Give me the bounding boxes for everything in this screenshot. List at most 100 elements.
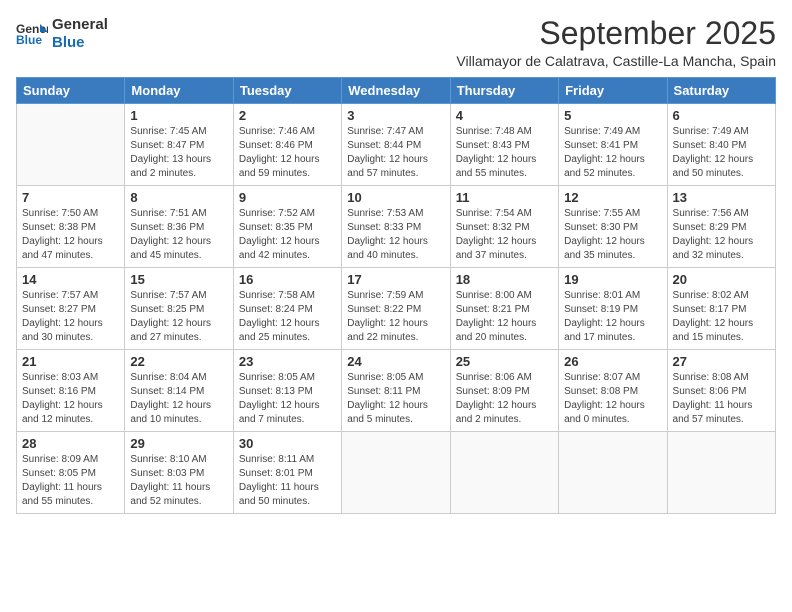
calendar-cell: 3 Sunrise: 7:47 AM Sunset: 8:44 PM Daylig…	[342, 104, 450, 186]
day-info: Sunrise: 8:11 AM Sunset: 8:01 PM Dayligh…	[239, 453, 336, 509]
day-info: Sunrise: 8:10 AM Sunset: 8:03 PM Dayligh…	[130, 453, 227, 509]
day-number: 21	[22, 354, 119, 369]
calendar-cell: 5Sunrise: 7:49 AM Sunset: 8:41 PM Daylig…	[559, 104, 667, 186]
calendar-cell: 17Sunrise: 7:59 AM Sunset: 8:22 PM Dayli…	[342, 268, 450, 350]
day-info: Sunrise: 7:45 AM Sunset: 8:47 PM Dayligh…	[130, 125, 227, 181]
day-info: Sunrise: 8:06 AM Sunset: 8:09 PM Dayligh…	[456, 371, 553, 427]
calendar-table: SundayMondayTuesdayWednesdayThursdayFrid…	[16, 77, 776, 514]
day-number: 5	[564, 108, 661, 123]
day-info: Sunrise: 7:52 AM Sunset: 8:35 PM Dayligh…	[239, 207, 336, 263]
day-number: 26	[564, 354, 661, 369]
weekday-header-sunday: Sunday	[17, 78, 125, 104]
calendar-cell	[342, 432, 450, 514]
calendar-cell: 9 Sunrise: 7:52 AM Sunset: 8:35 PM Daylig…	[233, 186, 341, 268]
day-info: Sunrise: 8:02 AM Sunset: 8:17 PM Dayligh…	[673, 289, 770, 345]
day-info: Sunrise: 7:58 AM Sunset: 8:24 PM Dayligh…	[239, 289, 336, 345]
title-block: September 2025 Villamayor de Calatrava, …	[456, 16, 776, 69]
day-info: Sunrise: 8:04 AM Sunset: 8:14 PM Dayligh…	[130, 371, 227, 427]
day-number: 17	[347, 272, 444, 287]
calendar-week-row: 28Sunrise: 8:09 AM Sunset: 8:05 PM Dayli…	[17, 432, 776, 514]
day-number: 16	[239, 272, 336, 287]
weekday-header-thursday: Thursday	[450, 78, 558, 104]
month-title: September 2025	[456, 16, 776, 51]
logo-line1: General	[52, 16, 108, 34]
day-info: Sunrise: 7:57 AM Sunset: 8:27 PM Dayligh…	[22, 289, 119, 345]
day-number: 6	[673, 108, 770, 123]
calendar-cell	[17, 104, 125, 186]
day-info: Sunrise: 7:56 AM Sunset: 8:29 PM Dayligh…	[673, 207, 770, 263]
calendar-cell: 26 Sunrise: 8:07 AM Sunset: 8:08 PM Dayli…	[559, 350, 667, 432]
page-header: General Blue General Blue September 2025…	[16, 16, 776, 69]
weekday-header-wednesday: Wednesday	[342, 78, 450, 104]
calendar-cell: 7 Sunrise: 7:50 AM Sunset: 8:38 PM Daylig…	[17, 186, 125, 268]
calendar-cell: 2Sunrise: 7:46 AM Sunset: 8:46 PM Daylig…	[233, 104, 341, 186]
svg-text:Blue: Blue	[16, 33, 42, 47]
calendar-cell: 21 Sunrise: 8:03 AM Sunset: 8:16 PM Dayli…	[17, 350, 125, 432]
weekday-header-saturday: Saturday	[667, 78, 775, 104]
day-info: Sunrise: 7:49 AM Sunset: 8:40 PM Dayligh…	[673, 125, 770, 181]
day-number: 19	[564, 272, 661, 287]
day-info: Sunrise: 8:00 AM Sunset: 8:21 PM Dayligh…	[456, 289, 553, 345]
day-number: 11	[456, 190, 553, 205]
day-number: 4	[456, 108, 553, 123]
logo-icon: General Blue	[16, 20, 48, 48]
calendar-cell: 27 Sunrise: 8:08 AM Sunset: 8:06 PM Dayli…	[667, 350, 775, 432]
calendar-cell	[559, 432, 667, 514]
location-subtitle: Villamayor de Calatrava, Castille-La Man…	[456, 53, 776, 69]
logo: General Blue General Blue	[16, 16, 108, 52]
weekday-header-tuesday: Tuesday	[233, 78, 341, 104]
day-number: 12	[564, 190, 661, 205]
calendar-cell: 11 Sunrise: 7:54 AM Sunset: 8:32 PM Dayli…	[450, 186, 558, 268]
day-number: 13	[673, 190, 770, 205]
calendar-cell: 29 Sunrise: 8:10 AM Sunset: 8:03 PM Dayli…	[125, 432, 233, 514]
day-number: 20	[673, 272, 770, 287]
day-info: Sunrise: 7:51 AM Sunset: 8:36 PM Dayligh…	[130, 207, 227, 263]
day-number: 29	[130, 436, 227, 451]
day-number: 7	[22, 190, 119, 205]
day-info: Sunrise: 7:57 AM Sunset: 8:25 PM Dayligh…	[130, 289, 227, 345]
day-number: 30	[239, 436, 336, 451]
logo-line2: Blue	[52, 34, 108, 52]
calendar-cell: 23 Sunrise: 8:05 AM Sunset: 8:13 PM Dayli…	[233, 350, 341, 432]
day-number: 22	[130, 354, 227, 369]
day-number: 9	[239, 190, 336, 205]
day-info: Sunrise: 8:01 AM Sunset: 8:19 PM Dayligh…	[564, 289, 661, 345]
calendar-cell: 28Sunrise: 8:09 AM Sunset: 8:05 PM Dayli…	[17, 432, 125, 514]
day-number: 27	[673, 354, 770, 369]
day-info: Sunrise: 8:07 AM Sunset: 8:08 PM Dayligh…	[564, 371, 661, 427]
day-info: Sunrise: 8:05 AM Sunset: 8:13 PM Dayligh…	[239, 371, 336, 427]
calendar-week-row: 7 Sunrise: 7:50 AM Sunset: 8:38 PM Daylig…	[17, 186, 776, 268]
calendar-cell	[450, 432, 558, 514]
day-number: 24	[347, 354, 444, 369]
calendar-week-row: 1 Sunrise: 7:45 AM Sunset: 8:47 PM Daylig…	[17, 104, 776, 186]
day-info: Sunrise: 7:53 AM Sunset: 8:33 PM Dayligh…	[347, 207, 444, 263]
day-number: 28	[22, 436, 119, 451]
day-info: Sunrise: 7:54 AM Sunset: 8:32 PM Dayligh…	[456, 207, 553, 263]
calendar-cell: 30 Sunrise: 8:11 AM Sunset: 8:01 PM Dayli…	[233, 432, 341, 514]
calendar-cell: 20 Sunrise: 8:02 AM Sunset: 8:17 PM Dayli…	[667, 268, 775, 350]
weekday-header-row: SundayMondayTuesdayWednesdayThursdayFrid…	[17, 78, 776, 104]
day-info: Sunrise: 7:48 AM Sunset: 8:43 PM Dayligh…	[456, 125, 553, 181]
calendar-cell: 19 Sunrise: 8:01 AM Sunset: 8:19 PM Dayli…	[559, 268, 667, 350]
day-info: Sunrise: 8:03 AM Sunset: 8:16 PM Dayligh…	[22, 371, 119, 427]
calendar-cell: 8Sunrise: 7:51 AM Sunset: 8:36 PM Daylig…	[125, 186, 233, 268]
day-info: Sunrise: 8:05 AM Sunset: 8:11 PM Dayligh…	[347, 371, 444, 427]
day-number: 18	[456, 272, 553, 287]
calendar-cell: 16 Sunrise: 7:58 AM Sunset: 8:24 PM Dayli…	[233, 268, 341, 350]
day-info: Sunrise: 7:47 AM Sunset: 8:44 PM Dayligh…	[347, 125, 444, 181]
calendar-week-row: 14Sunrise: 7:57 AM Sunset: 8:27 PM Dayli…	[17, 268, 776, 350]
weekday-header-friday: Friday	[559, 78, 667, 104]
day-number: 1	[130, 108, 227, 123]
calendar-cell: 10Sunrise: 7:53 AM Sunset: 8:33 PM Dayli…	[342, 186, 450, 268]
calendar-cell: 1 Sunrise: 7:45 AM Sunset: 8:47 PM Daylig…	[125, 104, 233, 186]
day-number: 23	[239, 354, 336, 369]
calendar-cell: 18 Sunrise: 8:00 AM Sunset: 8:21 PM Dayli…	[450, 268, 558, 350]
calendar-cell: 4 Sunrise: 7:48 AM Sunset: 8:43 PM Daylig…	[450, 104, 558, 186]
calendar-cell: 12Sunrise: 7:55 AM Sunset: 8:30 PM Dayli…	[559, 186, 667, 268]
day-number: 3	[347, 108, 444, 123]
day-info: Sunrise: 8:08 AM Sunset: 8:06 PM Dayligh…	[673, 371, 770, 427]
calendar-cell: 14Sunrise: 7:57 AM Sunset: 8:27 PM Dayli…	[17, 268, 125, 350]
calendar-cell: 22 Sunrise: 8:04 AM Sunset: 8:14 PM Dayli…	[125, 350, 233, 432]
day-number: 2	[239, 108, 336, 123]
day-info: Sunrise: 7:50 AM Sunset: 8:38 PM Dayligh…	[22, 207, 119, 263]
